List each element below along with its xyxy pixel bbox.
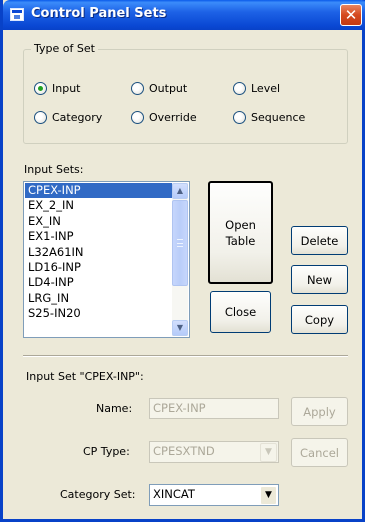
cancel-button[interactable]: Cancel: [291, 438, 348, 467]
cp-type-label: CP Type:: [83, 445, 130, 458]
close-button[interactable]: Close: [210, 291, 271, 333]
list-item[interactable]: EX1-INP: [25, 229, 173, 244]
copy-button[interactable]: Copy: [291, 305, 348, 334]
chevron-up-icon[interactable]: ▲: [172, 183, 188, 199]
radio-sequence-label: Sequence: [251, 111, 306, 124]
open-table-line2: Table: [225, 233, 256, 248]
list-scrollbar[interactable]: ▲ ▼: [172, 183, 188, 336]
name-field[interactable]: CPEX-INP: [149, 398, 279, 419]
chevron-down-icon[interactable]: ▼: [260, 486, 277, 505]
radio-level-label: Level: [251, 82, 281, 95]
name-label: Name:: [96, 402, 133, 415]
list-item[interactable]: LD4-INP: [25, 275, 173, 290]
chevron-down-icon[interactable]: ▼: [172, 320, 188, 336]
radio-circle: [131, 111, 144, 124]
list-item[interactable]: L32A61IN: [25, 245, 173, 260]
radio-category[interactable]: Category: [34, 111, 102, 124]
open-table-line1: Open: [225, 217, 256, 232]
close-icon[interactable]: ✕: [340, 4, 362, 26]
scroll-thumb[interactable]: [172, 200, 188, 286]
radio-circle: [131, 82, 144, 95]
window-title: Control Panel Sets: [31, 6, 167, 21]
cp-type-select[interactable]: CPESXTND ▼: [149, 441, 279, 463]
radio-output-label: Output: [149, 82, 188, 95]
list-item[interactable]: LD16-INP: [25, 260, 173, 275]
delete-button[interactable]: Delete: [291, 226, 348, 255]
radio-circle: [233, 82, 246, 95]
chevron-down-icon[interactable]: ▼: [260, 443, 277, 462]
category-set-label: Category Set:: [60, 488, 136, 501]
grip-icon: [177, 239, 183, 247]
radio-level[interactable]: Level: [233, 82, 280, 95]
new-button[interactable]: New: [291, 265, 348, 294]
list-item[interactable]: EX_IN: [25, 214, 173, 229]
radio-override[interactable]: Override: [131, 111, 197, 124]
window-icon: [10, 8, 24, 21]
details-heading: Input Set "CPEX-INP":: [26, 370, 144, 383]
title-bar[interactable]: Control Panel Sets ✕: [3, 0, 365, 30]
category-set-select[interactable]: XINCAT ▼: [149, 484, 279, 506]
radio-input-label: Input: [52, 82, 81, 95]
radio-circle: [34, 82, 47, 95]
radio-sequence[interactable]: Sequence: [233, 111, 305, 124]
input-sets-list[interactable]: CPEX-INP EX_2_IN EX_IN EX1-INP L32A61IN …: [23, 181, 190, 338]
open-table-button[interactable]: Open Table: [208, 181, 273, 284]
radio-circle: [34, 111, 47, 124]
dialog-window: Control Panel Sets ✕ Type of Set Input O…: [0, 0, 365, 522]
input-sets-label: Input Sets:: [24, 163, 84, 176]
type-of-set-group: [23, 49, 348, 144]
cp-type-value: CPESXTND: [153, 444, 215, 458]
list-item[interactable]: LRG_IN: [25, 291, 173, 306]
list-items: CPEX-INP EX_2_IN EX_IN EX1-INP L32A61IN …: [25, 183, 173, 322]
radio-circle: [233, 111, 246, 124]
apply-button[interactable]: Apply: [291, 397, 348, 426]
radio-category-label: Category: [52, 111, 103, 124]
list-item[interactable]: EX_2_IN: [25, 198, 173, 213]
list-item[interactable]: S25-IN20: [25, 306, 173, 321]
divider: [23, 355, 348, 357]
radio-input[interactable]: Input: [34, 82, 80, 95]
type-of-set-legend: Type of Set: [31, 42, 98, 55]
list-item[interactable]: CPEX-INP: [25, 183, 173, 199]
category-set-value: XINCAT: [153, 487, 195, 501]
radio-override-label: Override: [149, 111, 197, 124]
radio-output[interactable]: Output: [131, 82, 187, 95]
